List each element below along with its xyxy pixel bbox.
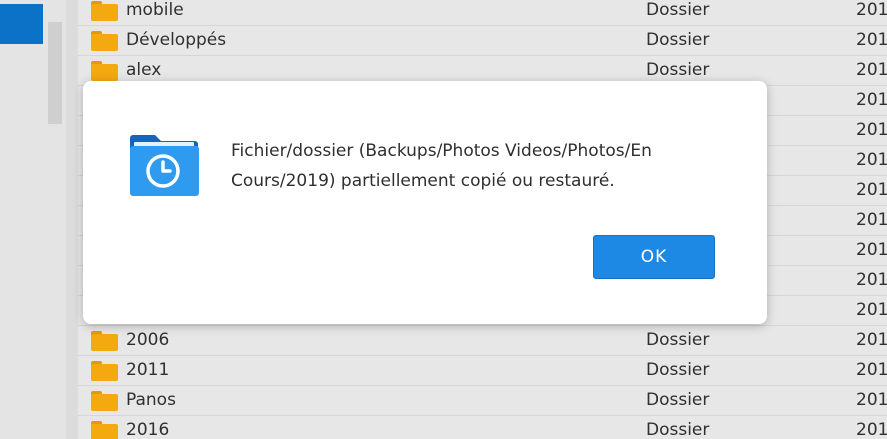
file-row[interactable]: mobile Dossier 201 bbox=[78, 0, 887, 26]
panel-divider bbox=[66, 0, 78, 439]
file-type: Dossier bbox=[646, 420, 710, 439]
file-name: mobile bbox=[126, 0, 184, 20]
file-type: Dossier bbox=[646, 360, 710, 380]
file-row[interactable]: Développés Dossier 201 bbox=[78, 26, 887, 56]
folder-icon bbox=[91, 31, 118, 51]
folder-icon bbox=[91, 331, 118, 351]
file-date: 201 bbox=[856, 390, 887, 410]
file-name: Panos bbox=[126, 390, 176, 410]
file-name: Développés bbox=[126, 30, 227, 50]
file-row[interactable]: 2006 Dossier 201 bbox=[78, 326, 887, 356]
file-date: 201 bbox=[856, 150, 887, 170]
file-type: Dossier bbox=[646, 30, 710, 50]
file-date: 201 bbox=[856, 240, 887, 260]
file-date: 201 bbox=[856, 360, 887, 380]
file-date: 201 bbox=[856, 420, 887, 439]
file-station-window: mobile Dossier 201 Développés Dossier 20… bbox=[0, 0, 887, 439]
file-date: 201 bbox=[856, 270, 887, 290]
folder-icon bbox=[91, 361, 118, 381]
file-date: 201 bbox=[856, 300, 887, 320]
file-name: 2011 bbox=[126, 360, 170, 380]
selected-nav-tile[interactable] bbox=[0, 4, 43, 44]
folder-icon bbox=[91, 421, 118, 439]
side-panel-scrollbar[interactable] bbox=[48, 22, 62, 124]
dialog-message: Fichier/dossier (Backups/Photos Videos/P… bbox=[231, 141, 652, 191]
file-date: 201 bbox=[856, 180, 887, 200]
file-row[interactable]: 2016 Dossier 201 bbox=[78, 416, 887, 439]
folder-icon bbox=[91, 391, 118, 411]
folder-clock-icon bbox=[130, 135, 199, 196]
file-type: Dossier bbox=[646, 0, 710, 20]
file-type: Dossier bbox=[646, 390, 710, 410]
folder-icon bbox=[91, 1, 118, 21]
file-date: 201 bbox=[856, 30, 887, 50]
file-name: 2006 bbox=[126, 330, 170, 350]
file-type: Dossier bbox=[646, 330, 710, 350]
file-date: 201 bbox=[856, 0, 887, 20]
file-row[interactable]: Panos Dossier 201 bbox=[78, 386, 887, 416]
file-date: 201 bbox=[856, 60, 887, 80]
file-date: 201 bbox=[856, 120, 887, 140]
file-date: 201 bbox=[856, 210, 887, 230]
file-name: 2016 bbox=[126, 420, 170, 439]
ok-button[interactable]: OK bbox=[593, 235, 715, 279]
file-date: 201 bbox=[856, 330, 887, 350]
message-dialog: Fichier/dossier (Backups/Photos Videos/P… bbox=[83, 81, 767, 324]
side-panel bbox=[0, 0, 66, 439]
file-date: 201 bbox=[856, 90, 887, 110]
folder-icon bbox=[91, 61, 118, 81]
file-row[interactable]: 2011 Dossier 201 bbox=[78, 356, 887, 386]
